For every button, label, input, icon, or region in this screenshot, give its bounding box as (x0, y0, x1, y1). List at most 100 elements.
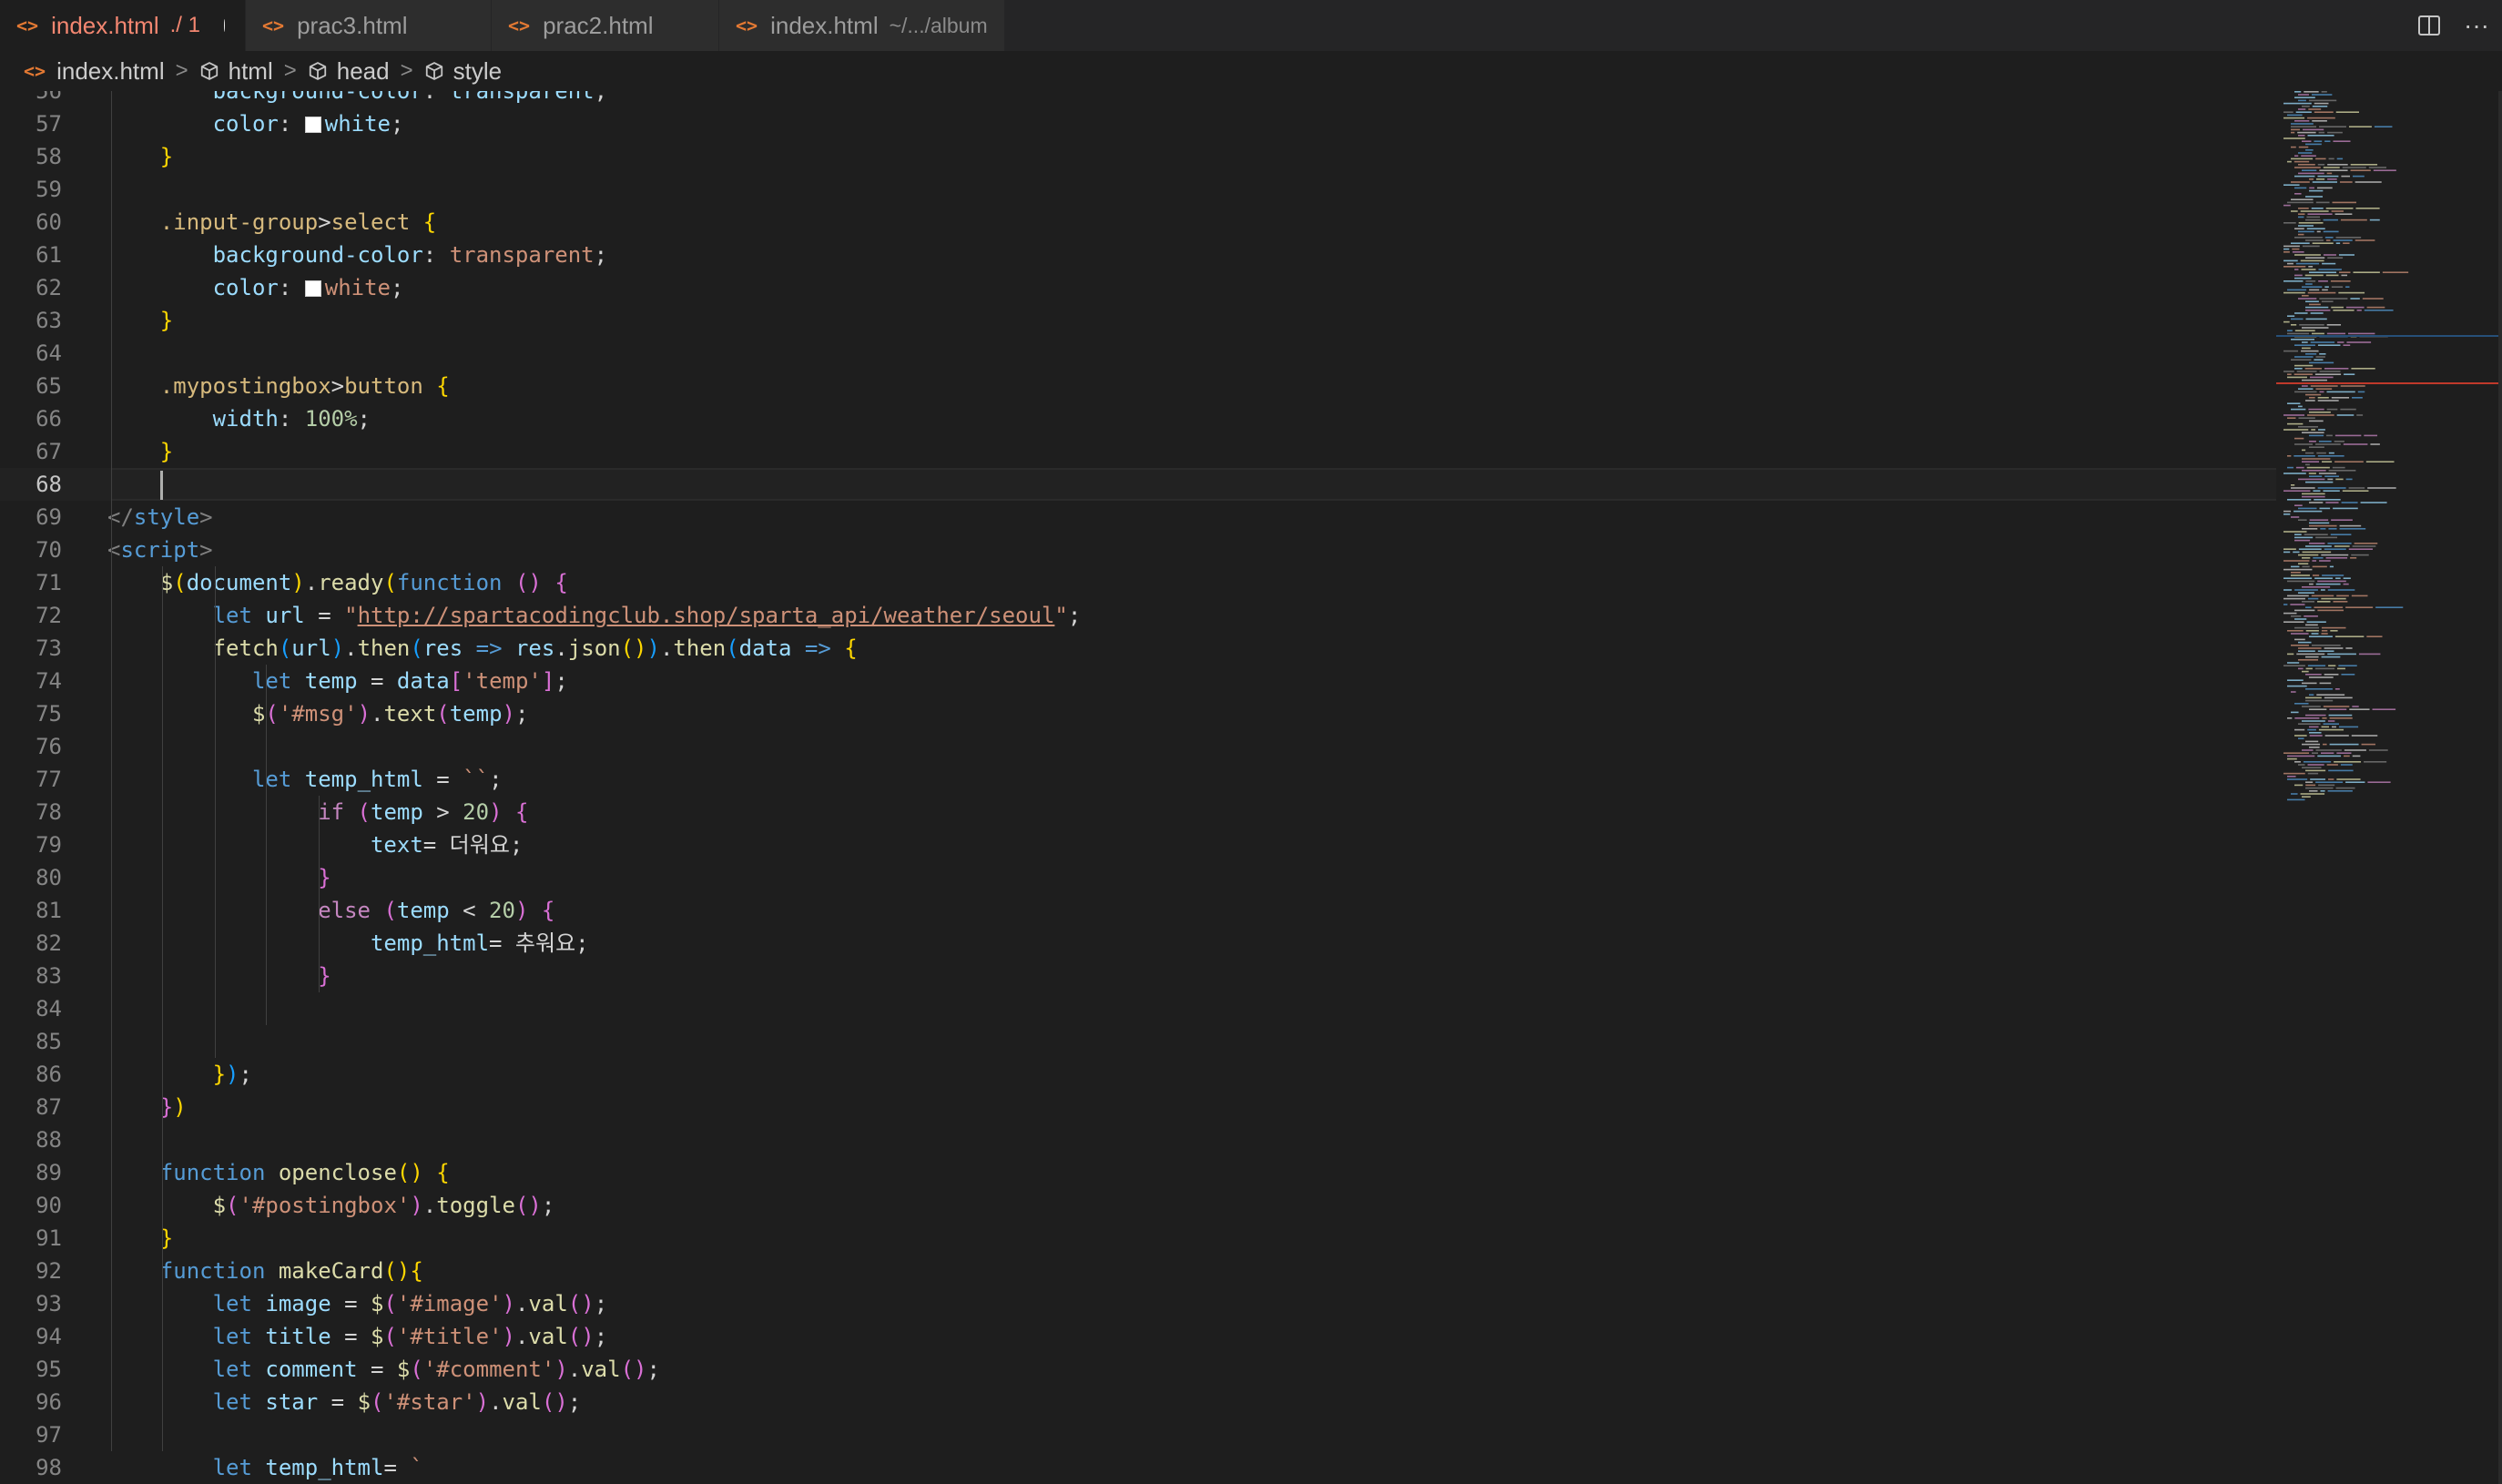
breadcrumb-style[interactable]: style (453, 57, 502, 86)
code-line[interactable]: 63 } (0, 304, 2276, 337)
code-token: [ (449, 668, 463, 694)
code-line[interactable]: 80 } (0, 861, 2276, 894)
code-line[interactable]: 58 } (0, 140, 2276, 173)
code-token: ; (594, 1324, 608, 1349)
code-line[interactable]: 81 else (temp < 20) { (0, 894, 2276, 927)
code-line[interactable]: 56 background-color: transparent; (0, 91, 2276, 107)
code-line[interactable]: 77 let temp_html = ``; (0, 763, 2276, 796)
code-line[interactable]: 61 background-color: transparent; (0, 239, 2276, 271)
code-line[interactable]: 65 .mypostingbox>button { (0, 370, 2276, 402)
text-cursor (159, 471, 163, 500)
code-line[interactable]: 92 function makeCard(){ (0, 1255, 2276, 1287)
code-token: ( (383, 898, 397, 923)
code-token: ] (541, 668, 555, 694)
minimap-code (2342, 167, 2366, 168)
code-editor[interactable]: 56 background-color: transparent; 57 colo… (0, 91, 2276, 1484)
minimap-code (2283, 560, 2310, 562)
code-line[interactable]: 89 function openclose() { (0, 1156, 2276, 1189)
line-number: 59 (36, 177, 62, 202)
line-code: let temp = data['temp']; (107, 665, 568, 697)
tab-index-html[interactable]: <> index.html ./ 1 (0, 0, 246, 51)
code-token: () (541, 1389, 568, 1415)
code-line[interactable]: 88 (0, 1123, 2276, 1156)
code-line[interactable]: 66 width: 100%; (0, 402, 2276, 435)
code-line[interactable]: 95 let comment = $('#comment').val(); (0, 1353, 2276, 1386)
code-line[interactable]: 91 } (0, 1222, 2276, 1255)
code-token: white (324, 275, 391, 300)
code-line[interactable]: 71 $(document).ready(function () { (0, 566, 2276, 599)
minimap-code (2315, 781, 2344, 783)
line-number: 65 (36, 373, 62, 399)
split-editor-icon[interactable] (2418, 15, 2441, 36)
minimap-code (2307, 764, 2324, 766)
more-actions-icon[interactable]: ··· (2464, 11, 2489, 40)
color-swatch[interactable] (304, 117, 321, 133)
code-line[interactable]: 79 text= 더워요; (0, 828, 2276, 861)
minimap-code (2321, 633, 2328, 635)
minimap-code (2327, 720, 2335, 722)
minimap-code (2298, 108, 2306, 110)
breadcrumb-html[interactable]: html (229, 57, 273, 86)
symbol-cube-icon (425, 62, 442, 80)
code-line[interactable]: 98 let temp_html= ` (0, 1451, 2276, 1484)
minimap-code (2294, 437, 2304, 440)
code-line[interactable]: 93 let image = $('#image').val(); (0, 1287, 2276, 1320)
code-line[interactable]: 83 } (0, 960, 2276, 992)
code-line[interactable]: 73 fetch(url).then(res => res.json()).th… (0, 632, 2276, 665)
code-line[interactable]: 78 if (temp > 20) { (0, 796, 2276, 828)
code-line[interactable]: 96 let star = $('#star').val(); (0, 1386, 2276, 1418)
minimap-code (2373, 169, 2396, 171)
minimap-code (2287, 455, 2292, 457)
code-line[interactable]: 82 temp_html= 추워요; (0, 927, 2276, 960)
color-swatch[interactable] (304, 280, 321, 297)
code-line[interactable]: 85 (0, 1025, 2276, 1058)
breadcrumb-head[interactable]: head (337, 57, 390, 86)
code-line[interactable]: 94 let title = $('#title').val(); (0, 1320, 2276, 1353)
code-token: transparent (449, 91, 595, 104)
vertical-scrollbar[interactable] (2498, 91, 2502, 1484)
unsaved-dot-icon[interactable] (223, 19, 225, 32)
tab-prac3-html[interactable]: <> prac3.html (246, 0, 492, 51)
minimap-code (2283, 568, 2313, 571)
tab-prac2-html[interactable]: <> prac2.html (492, 0, 719, 51)
code-line[interactable]: 57 color: white; (0, 107, 2276, 140)
code-token: " (344, 603, 358, 628)
code-token: ; (514, 701, 529, 727)
line-number: 58 (36, 144, 62, 169)
minimap-code (2340, 385, 2365, 387)
code-line[interactable]: 68 (0, 468, 2276, 501)
minimap-code (2348, 126, 2372, 127)
code-token: $ (251, 701, 266, 727)
code-line[interactable]: 67 } (0, 435, 2276, 468)
code-token: { (436, 373, 450, 399)
code-line[interactable]: 60 .input-group>select { (0, 206, 2276, 239)
code-line[interactable]: 59 (0, 173, 2276, 206)
minimap-code (2314, 111, 2334, 113)
tab-index-html-album[interactable]: <> index.html ~/.../album (719, 0, 1005, 51)
code-line[interactable]: 74 let temp = data['temp']; (0, 665, 2276, 697)
code-link[interactable]: http://spartacodingclub.shop/sparta_api/… (358, 603, 1055, 628)
minimap-code (2334, 545, 2350, 547)
minimap[interactable] (2276, 91, 2502, 1484)
code-line[interactable]: 75 $('#msg').text(temp); (0, 697, 2276, 730)
code-line[interactable]: 76 (0, 730, 2276, 763)
code-token: () (567, 1324, 595, 1349)
code-line[interactable]: 86 }); (0, 1058, 2276, 1091)
code-line[interactable]: 87 }) (0, 1091, 2276, 1123)
code-line[interactable]: 70 <script> (0, 534, 2276, 566)
code-line[interactable]: 69 </style> (0, 501, 2276, 534)
code-line[interactable]: 90 $('#postingbox').toggle(); (0, 1189, 2276, 1222)
code-line[interactable]: 64 (0, 337, 2276, 370)
line-code: }) (107, 1091, 187, 1123)
code-line[interactable]: 62 color: white; (0, 271, 2276, 304)
minimap-code (2315, 356, 2325, 358)
code-line[interactable]: 97 (0, 1418, 2276, 1451)
breadcrumb-file[interactable]: index.html (56, 57, 165, 86)
code-line[interactable]: 72 let url = "http://spartacodingclub.sh… (0, 599, 2276, 632)
minimap-code (2294, 155, 2299, 157)
code-line[interactable]: 84 (0, 992, 2276, 1025)
